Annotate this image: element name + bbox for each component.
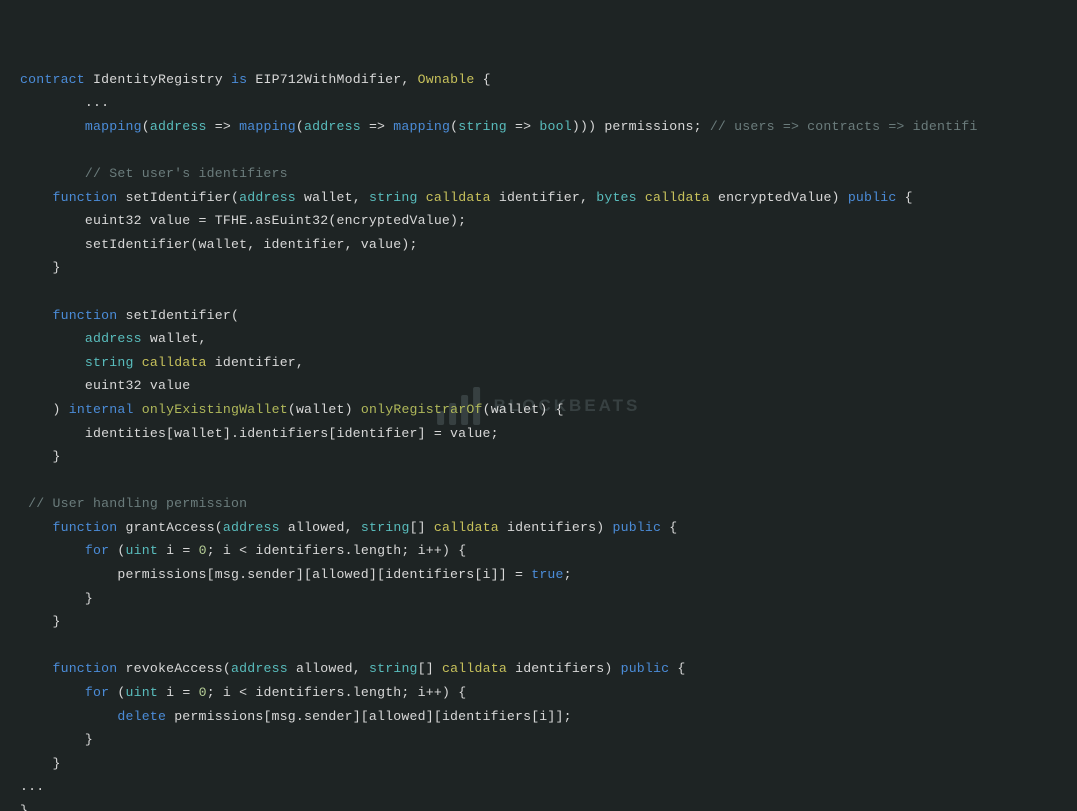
line-31: ... — [20, 779, 44, 794]
line-23: } — [20, 591, 93, 606]
line-24: } — [20, 614, 61, 629]
line-05: // Set user's identifiers — [20, 166, 288, 181]
line-19: // User handling permission — [20, 496, 247, 511]
line-02: ... — [20, 95, 109, 110]
line-11: function setIdentifier( — [20, 308, 239, 323]
line-29: } — [20, 732, 93, 747]
line-32: } — [20, 803, 28, 811]
line-28: delete permissions[msg.sender][allowed][… — [20, 709, 572, 724]
line-09: } — [20, 260, 61, 275]
line-01: contract IdentityRegistry is EIP712WithM… — [20, 72, 491, 87]
line-15: ) internal onlyExistingWallet(wallet) on… — [20, 402, 564, 417]
line-17: } — [20, 449, 61, 464]
line-03: mapping(address => mapping(address => ma… — [20, 119, 978, 134]
line-14: euint32 value — [20, 378, 190, 393]
line-07: euint32 value = TFHE.asEuint32(encrypted… — [20, 213, 466, 228]
line-27: for (uint i = 0; i < identifiers.length;… — [20, 685, 466, 700]
line-20: function grantAccess(address allowed, st… — [20, 520, 677, 535]
line-12: address wallet, — [20, 331, 207, 346]
line-16: identities[wallet].identifiers[identifie… — [20, 426, 499, 441]
line-21: for (uint i = 0; i < identifiers.length;… — [20, 543, 466, 558]
line-30: } — [20, 756, 61, 771]
line-26: function revokeAccess(address allowed, s… — [20, 661, 686, 676]
line-22: permissions[msg.sender][allowed][identif… — [20, 567, 572, 582]
line-08: setIdentifier(wallet, identifier, value)… — [20, 237, 418, 252]
line-13: string calldata identifier, — [20, 355, 304, 370]
code-block: contract IdentityRegistry is EIP712WithM… — [0, 0, 1077, 811]
line-06: function setIdentifier(address wallet, s… — [20, 190, 913, 205]
